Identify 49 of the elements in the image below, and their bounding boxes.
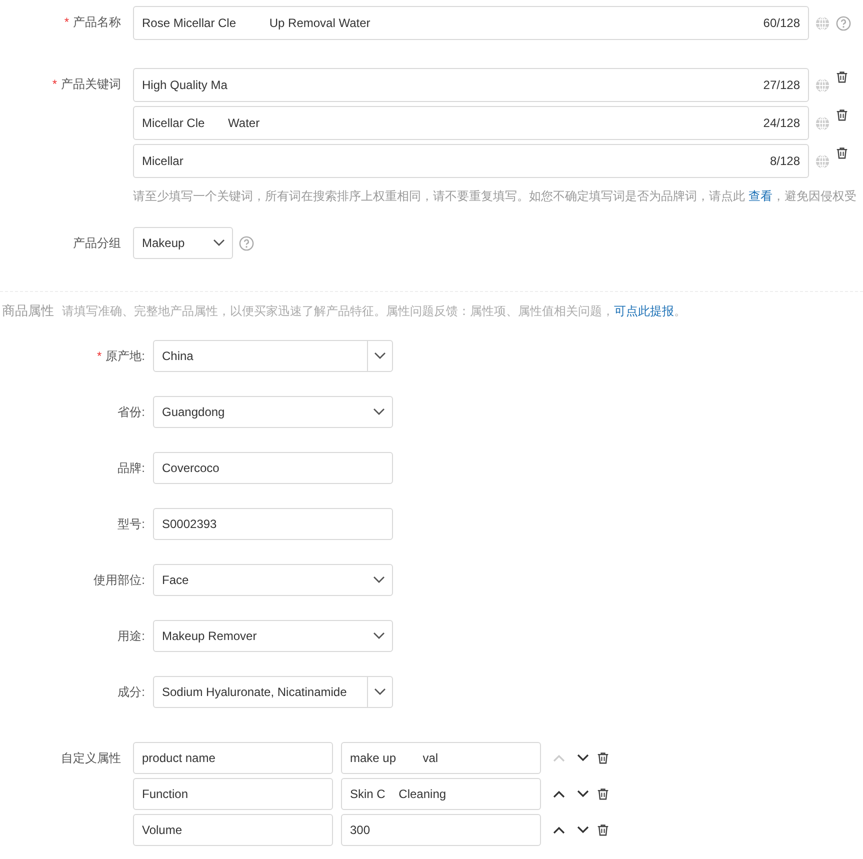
caret-icon (373, 632, 385, 640)
trash-icon[interactable] (597, 788, 609, 800)
field-label: 型号: (118, 516, 145, 530)
name-field[interactable]: Function (133, 778, 333, 810)
input-field[interactable]: Covercoco (153, 452, 393, 484)
field-label: 产品名称 (73, 15, 121, 29)
input-field[interactable]: High Quality Ma 27/128 (133, 68, 809, 102)
field-label: 省份: (118, 404, 145, 418)
value-field[interactable]: Skin C Cleaning (341, 778, 541, 810)
value-field[interactable]: make up val (341, 742, 541, 774)
select-field[interactable]: Guangdong (153, 396, 393, 428)
combo-field[interactable]: Sodium Hyaluronate, Nicatinamide (153, 676, 393, 708)
required-mark: * (96, 348, 102, 362)
value-field[interactable]: 300 (341, 814, 541, 846)
group-select[interactable]: Makeup (133, 227, 233, 259)
caret-icon (374, 352, 386, 360)
input-field[interactable]: Rose Micellar Cle Up Removal Water 60/128 (133, 6, 809, 40)
input-field[interactable]: Micellar 8/128 (133, 144, 809, 178)
field-label: 产品关键词 (61, 77, 121, 91)
hint-text: 请至少填写一个关键词，所有词在搜索排序上权重相同，请不要重复填写。如您不确定填写词是否为品牌词，请点此 查看，避免因侵权受 (133, 188, 856, 205)
field-label: 品牌: (118, 460, 145, 474)
trash-icon[interactable] (836, 147, 848, 159)
section-title: 商品属性 (2, 303, 54, 318)
required-mark: * (64, 15, 69, 29)
trash-icon[interactable] (597, 824, 609, 836)
field-label: 产品分组 (73, 236, 121, 250)
report-link[interactable]: 可点此提报 (614, 304, 674, 318)
caret-icon (373, 576, 385, 584)
field-label: 原产地: (106, 348, 145, 362)
field-label: 使用部位: (94, 572, 145, 586)
name-field[interactable]: product name (133, 742, 333, 774)
select-field[interactable]: Face (153, 564, 393, 596)
combo-field[interactable]: China (153, 340, 393, 372)
name-field[interactable]: Volume (133, 814, 333, 846)
trash-icon[interactable] (597, 752, 609, 764)
required-mark: * (52, 77, 57, 91)
trash-icon[interactable] (836, 71, 848, 83)
input-field[interactable]: Micellar Cle Water 24/128 (133, 106, 809, 140)
field-label: 自定义属性 (61, 751, 121, 765)
field-label: 成分: (118, 684, 145, 698)
caret-icon (373, 408, 385, 416)
field-label: 用途: (118, 628, 145, 642)
input-field[interactable]: S0002393 (153, 508, 393, 540)
caret-icon (213, 239, 225, 247)
section-note: 请填写准确、完整地产品属性，以便买家迅速了解产品特征。属性问题反馈：属性项、属性值相关问题，可点此提报。 (62, 304, 686, 318)
view-link[interactable]: 查看 (748, 189, 772, 203)
trash-icon[interactable] (836, 109, 848, 121)
select-field[interactable]: Makeup Remover (153, 620, 393, 652)
caret-icon (374, 688, 386, 696)
